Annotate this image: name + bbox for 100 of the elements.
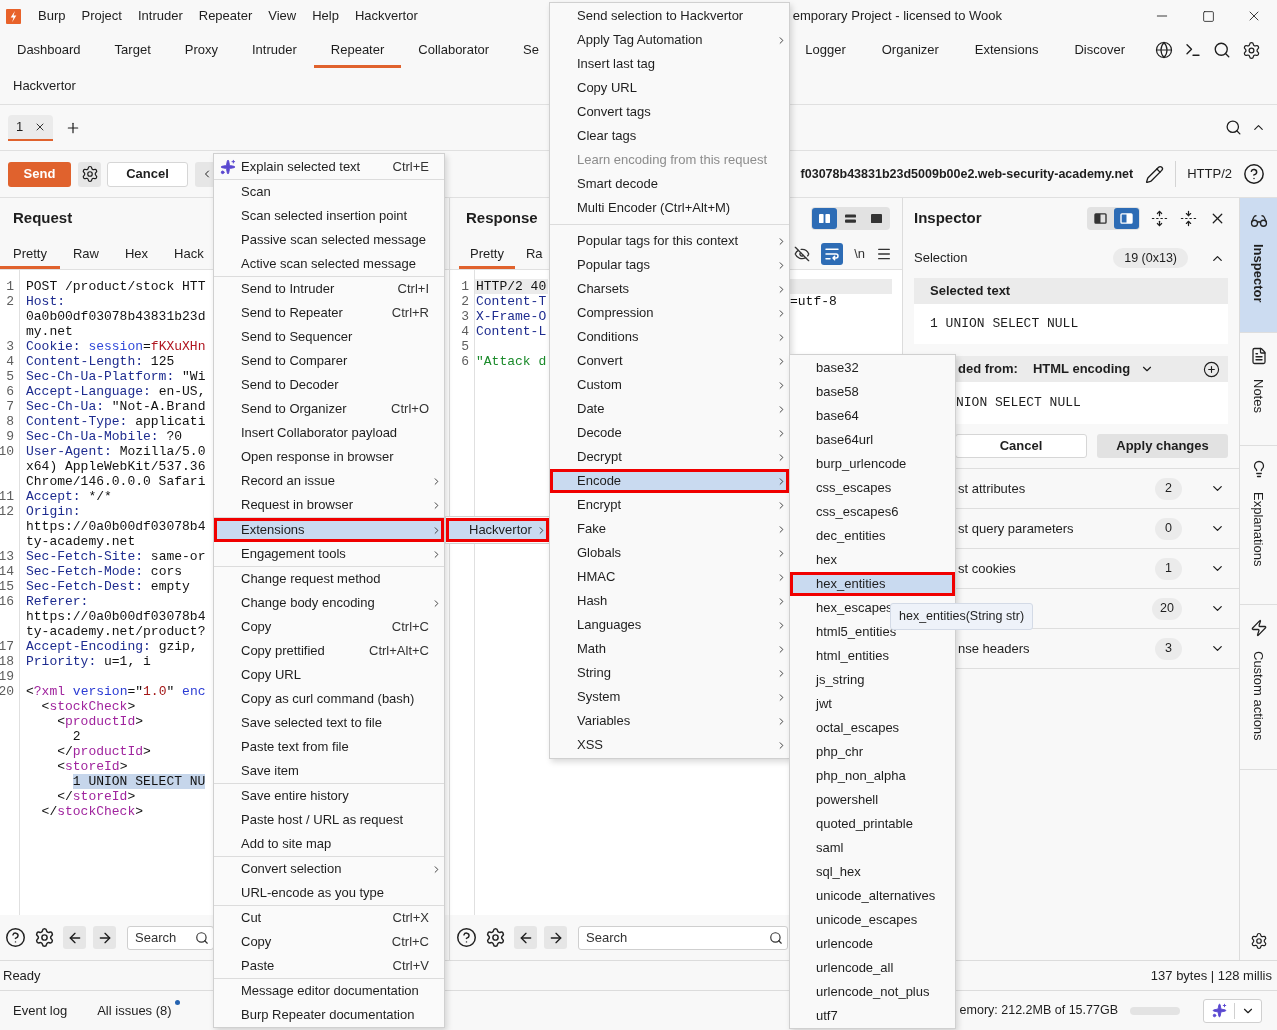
menu-item[interactable]: Convert [550,349,789,373]
tab[interactable]: Organizer [863,32,957,68]
menu-item[interactable]: base64url [790,428,955,452]
settings-icon[interactable] [1249,932,1268,950]
menu-item[interactable]: Encrypt [550,493,789,517]
send-button[interactable]: Send [8,161,71,187]
menu-item[interactable]: urlencode [790,932,955,956]
menu-item[interactable]: Convert selection [214,857,444,881]
menu-item[interactable]: Send to Repeater Ctrl+R [214,301,444,325]
tab[interactable]: Dashboard [0,32,98,68]
menu-item[interactable]: Send to Intruder Ctrl+I [214,277,444,301]
help-icon[interactable] [1243,163,1265,185]
menu-item[interactable]: Send selection to Hackvertor [550,4,789,28]
tab[interactable]: Repeater [313,32,402,68]
side-tab[interactable]: Custom actions [1240,605,1277,770]
menu-item[interactable]: Save selected text to file [214,711,444,735]
tab[interactable]: Collaborator [401,32,507,68]
tab[interactable]: Intruder [235,32,314,68]
menu-item[interactable]: css_escapes6 [790,500,955,524]
menu-item[interactable]: Extensions [214,518,444,542]
menu-item[interactable]: Clear tags [550,124,789,148]
section-title[interactable]: st query parameters [958,518,1074,539]
help-icon[interactable] [5,927,26,948]
bottom-tab[interactable]: All issues (8) [97,1000,180,1021]
protocol-label[interactable]: HTTP/2 [1187,164,1232,184]
menu-item[interactable]: Copy URL [550,76,789,100]
search-icon[interactable] [1225,119,1242,136]
expand-icon[interactable] [1151,209,1168,227]
side-tab[interactable]: Notes [1240,333,1277,446]
menu-item[interactable]: Send to Organizer Ctrl+O [214,397,444,421]
newline-toggle[interactable]: \n [851,242,868,265]
menu-bar-item[interactable]: Burp [30,3,74,29]
menu-bar-item[interactable]: View [260,3,305,29]
forward-button[interactable] [544,926,567,949]
side-tab[interactable]: Explanations [1240,446,1277,605]
tab[interactable]: Discover [1056,32,1143,68]
maximize-icon[interactable] [1201,9,1215,23]
menu-item[interactable]: Multi Encoder (Ctrl+Alt+M) [550,196,789,220]
menu-item[interactable]: Add to site map [214,832,444,856]
previous-button[interactable] [195,161,213,187]
section-title[interactable]: st cookies [958,558,1016,579]
menu-item[interactable]: Send to Comparer [214,349,444,373]
menu-item[interactable]: Compression [550,301,789,325]
forward-button[interactable] [93,926,116,949]
back-button[interactable] [514,926,537,949]
menu-item[interactable]: Open response in browser [214,445,444,469]
menu-item[interactable]: Smart decode [550,172,789,196]
encoding-dropdown[interactable]: HTML encoding [1032,359,1155,379]
menu-item[interactable]: quoted_printable [790,812,955,836]
back-button[interactable] [63,926,86,949]
menu-bar-item[interactable]: Help [304,3,347,29]
menu-item[interactable]: Apply Tag Automation [550,28,789,52]
pencil-icon[interactable] [1145,164,1165,184]
menu-item[interactable]: Scan [214,180,444,204]
menu-item[interactable]: php_non_alpha [790,764,955,788]
menu-item[interactable]: base64 [790,404,955,428]
menu-item[interactable]: Save entire history [214,784,444,808]
tab[interactable]: Hex [112,238,162,269]
menu-item[interactable]: System [550,685,789,709]
menu-item[interactable]: Variables [550,709,789,733]
menu-item[interactable]: Insert Collaborator payload [214,421,444,445]
menu-item[interactable]: php_chr [790,740,955,764]
menu-item[interactable]: Send to Decoder [214,373,444,397]
menu-item[interactable]: utf7 [790,1004,955,1028]
menu-item[interactable]: Send to Sequencer [214,325,444,349]
menu-item[interactable]: Hackvertor [446,518,549,542]
section-title[interactable]: Selection [914,248,968,268]
menu-item[interactable]: base32 [790,356,955,380]
menu-item[interactable]: Date [550,397,789,421]
bottom-tab[interactable]: Event log [13,1000,68,1021]
tab[interactable]: Target [97,32,168,68]
search-icon[interactable] [1213,41,1231,59]
ai-button[interactable] [1203,998,1262,1023]
cancel-button[interactable]: Cancel [107,161,188,187]
wrap-toggle[interactable] [821,242,844,265]
side-tab[interactable]: Inspector [1240,198,1277,333]
add-circle-icon[interactable] [1203,360,1220,378]
section-title[interactable]: st attributes [958,478,1026,499]
menu-item[interactable]: Hash [550,589,789,613]
menu-item[interactable]: Copy Ctrl+C [214,930,444,954]
menu-item[interactable]: Conditions [550,325,789,349]
menu-item[interactable]: Request in browser [214,493,444,517]
cancel-button[interactable]: Cancel [955,434,1087,458]
menu-item[interactable]: Decrypt [550,445,789,469]
tab[interactable]: Extensions [956,32,1057,68]
menu-item[interactable]: Passive scan selected message [214,228,444,252]
menu-item[interactable]: Paste host / URL as request [214,808,444,832]
menu-item[interactable]: hex_entities [790,572,955,596]
menu-item[interactable]: String [550,661,789,685]
settings-icon[interactable] [1242,40,1261,60]
menu-item[interactable]: Scan selected insertion point [214,204,444,228]
menu-item[interactable]: Convert tags [550,100,789,124]
menu-item[interactable]: Math [550,637,789,661]
menu-item[interactable]: unicode_alternatives [790,884,955,908]
menu-item[interactable]: Copy as curl command (bash) [214,687,444,711]
menu-item[interactable]: Cut Ctrl+X [214,906,444,930]
menu-item[interactable]: Save item [214,759,444,783]
menu-item[interactable]: Engagement tools [214,542,444,566]
menu-item[interactable]: Active scan selected message [214,252,444,276]
menu-item[interactable]: Change request method [214,567,444,591]
